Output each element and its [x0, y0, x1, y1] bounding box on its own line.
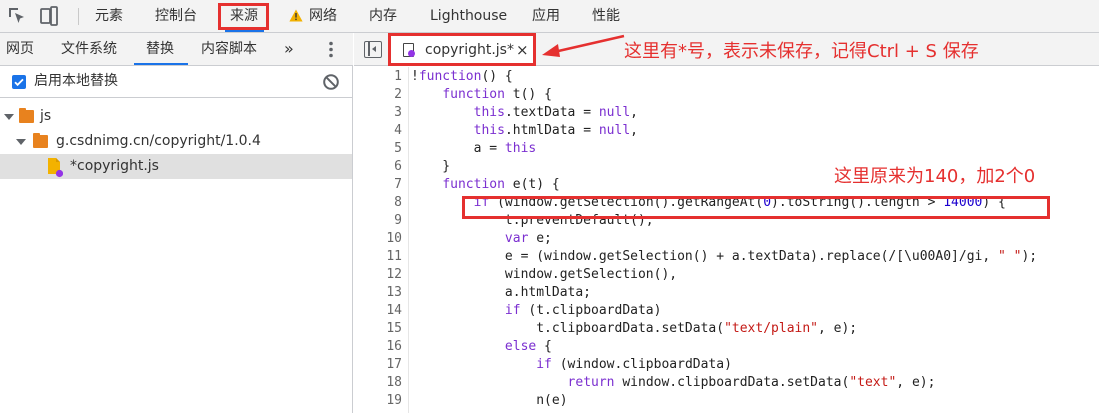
folder-icon: [33, 133, 48, 148]
gutter-divider: [408, 67, 409, 413]
annotation-arrow-icon: [542, 34, 625, 57]
code-line[interactable]: n(e): [411, 392, 567, 410]
code-line[interactable]: if (window.clipboardData): [411, 356, 732, 374]
line-number[interactable]: 8: [354, 194, 402, 212]
code-line[interactable]: function t() {: [411, 86, 552, 104]
code-line[interactable]: function e(t) {: [411, 176, 559, 194]
clear-overrides-icon[interactable]: [322, 73, 340, 91]
code-line[interactable]: window.getSelection(),: [411, 266, 677, 284]
tree-item-label: g.csdnimg.cn/copyright/1.0.4: [56, 133, 261, 149]
enable-overrides-checkbox[interactable]: [12, 75, 26, 89]
tab-performance[interactable]: 性能: [592, 0, 620, 32]
line-number[interactable]: 18: [354, 374, 402, 392]
code-line[interactable]: a.htmlData;: [411, 284, 591, 302]
code-line[interactable]: this.htmlData = null,: [411, 122, 638, 140]
expand-arrow-icon[interactable]: [4, 114, 14, 120]
tree-item-domain-folder[interactable]: g.csdnimg.cn/copyright/1.0.4: [0, 129, 352, 154]
line-number[interactable]: 7: [354, 176, 402, 194]
tree-item-label: *copyright.js: [70, 158, 159, 174]
line-number[interactable]: 9: [354, 212, 402, 230]
code-content[interactable]: 1 !function() { 2 function t() { 3 this.tex…: [354, 67, 1099, 413]
navigator-tabs: 网页 文件系统 替换 内容脚本 »: [0, 33, 353, 66]
editor-tab-copyright-js[interactable]: copyright.js* ×: [388, 33, 536, 66]
toolbar-divider: [78, 8, 79, 25]
line-number[interactable]: 2: [354, 86, 402, 104]
annotation-unsaved-note: 这里有*号，表示未保存，记得Ctrl + S 保存: [624, 41, 979, 62]
line-number[interactable]: 11: [354, 248, 402, 266]
code-line[interactable]: if (t.clipboardData): [411, 302, 662, 320]
tab-network[interactable]: 网络: [309, 0, 337, 32]
file-tab-label: copyright.js*: [425, 42, 514, 58]
tab-console[interactable]: 控制台: [155, 0, 197, 32]
line-number[interactable]: 13: [354, 284, 402, 302]
line-number[interactable]: 15: [354, 320, 402, 338]
annotation-value-note: 这里原来为140，加2个0: [834, 166, 1036, 187]
folder-icon: [19, 108, 34, 123]
more-tabs-chevron-icon[interactable]: »: [284, 33, 294, 65]
annotation-condition-highlight: [462, 196, 1050, 219]
line-number[interactable]: 16: [354, 338, 402, 356]
file-icon: [403, 43, 415, 57]
code-line[interactable]: }: [411, 158, 450, 176]
subtab-content-scripts[interactable]: 内容脚本: [201, 33, 257, 65]
code-line[interactable]: !function() {: [411, 68, 513, 86]
line-number[interactable]: 17: [354, 356, 402, 374]
inspect-element-icon[interactable]: [6, 5, 28, 27]
annotation-sources-highlight: [218, 3, 269, 30]
code-line[interactable]: t.clipboardData.setData("text/plain", e)…: [411, 320, 857, 338]
js-file-icon: [48, 158, 63, 178]
enable-overrides-label: 启用本地替换: [34, 73, 118, 89]
code-line[interactable]: a = this: [411, 140, 537, 158]
subtab-overrides[interactable]: 替换: [146, 33, 174, 65]
tab-memory[interactable]: 内存: [369, 0, 397, 32]
line-number[interactable]: 14: [354, 302, 402, 320]
active-subtab-indicator: [134, 63, 188, 65]
tree-item-copyright-file[interactable]: *copyright.js: [0, 154, 352, 179]
expand-arrow-icon[interactable]: [16, 139, 26, 145]
tree-item-label: js: [40, 108, 52, 124]
checkmark-icon: [14, 78, 24, 87]
subtab-page[interactable]: 网页: [6, 33, 34, 65]
subtab-filesystem[interactable]: 文件系统: [61, 33, 117, 65]
tab-elements[interactable]: 元素: [95, 0, 123, 32]
warning-icon: [289, 9, 303, 22]
tab-application[interactable]: 应用: [532, 0, 560, 32]
sources-navigator: 网页 文件系统 替换 内容脚本 » 启用本地替换 js g.csdnimg.cn…: [0, 33, 353, 413]
line-number[interactable]: 12: [354, 266, 402, 284]
enable-overrides-row: 启用本地替换: [0, 66, 353, 98]
active-tab-indicator: [225, 30, 264, 32]
line-number[interactable]: 10: [354, 230, 402, 248]
toggle-navigator-icon[interactable]: [364, 41, 382, 58]
code-line[interactable]: else {: [411, 338, 552, 356]
device-toolbar-icon[interactable]: [38, 5, 60, 27]
line-number[interactable]: 19: [354, 392, 402, 410]
code-line[interactable]: e = (window.getSelection() + a.textData)…: [411, 248, 1037, 266]
code-editor: copyright.js* × 1 !function() { 2 function…: [354, 33, 1099, 413]
devtools-toolbar: 元素 控制台 来源 网络 内存 Lighthouse 应用 性能: [0, 0, 1099, 33]
line-number[interactable]: 5: [354, 140, 402, 158]
tab-lighthouse[interactable]: Lighthouse: [430, 0, 507, 32]
tree-item-js-folder[interactable]: js: [0, 104, 352, 129]
close-icon[interactable]: ×: [516, 36, 529, 64]
line-number[interactable]: 3: [354, 104, 402, 122]
line-number[interactable]: 1: [354, 68, 402, 86]
code-line[interactable]: return window.clipboardData.setData("tex…: [411, 374, 936, 392]
more-options-icon[interactable]: [328, 41, 334, 58]
code-line[interactable]: var e;: [411, 230, 552, 248]
line-number[interactable]: 6: [354, 158, 402, 176]
line-number[interactable]: 4: [354, 122, 402, 140]
code-line[interactable]: this.textData = null,: [411, 104, 638, 122]
